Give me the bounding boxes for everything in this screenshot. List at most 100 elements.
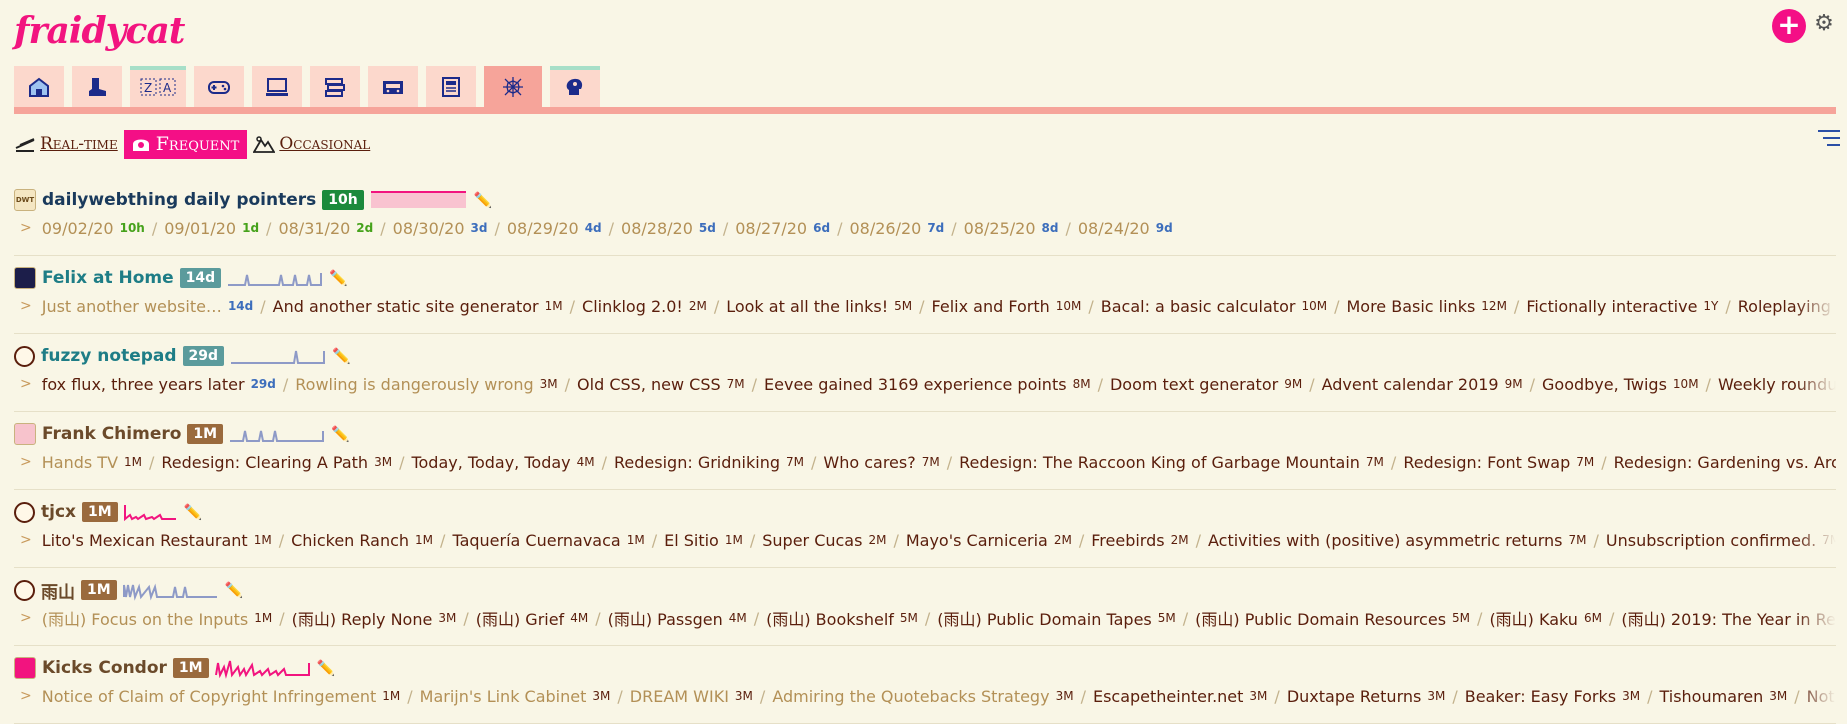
post-link[interactable]: Rowling is dangerously wrong: [295, 375, 533, 394]
post-link[interactable]: (雨山) Passgen: [608, 606, 723, 630]
post-link[interactable]: (雨山) Grief: [476, 606, 564, 630]
expand-chevron-icon[interactable]: >: [20, 610, 32, 626]
post-link[interactable]: Advent calendar 2019: [1322, 375, 1499, 394]
feed-title[interactable]: Kicks Condor: [42, 658, 167, 678]
post-link[interactable]: Notice of Claim of Copyright Infringemen…: [42, 687, 377, 706]
post-separator: /: [1452, 686, 1458, 706]
post-link[interactable]: Beaker: Easy Forks: [1465, 687, 1616, 706]
tab-house[interactable]: [14, 66, 64, 107]
post-link[interactable]: 08/30/20: [393, 219, 465, 238]
za-letters-icon: ZA: [140, 78, 176, 95]
tab-news[interactable]: [426, 66, 476, 107]
post-link[interactable]: 09/02/20: [42, 219, 114, 238]
edit-pencil-icon[interactable]: ✏️: [317, 659, 336, 677]
post-link[interactable]: Redesign: Clearing A Path: [161, 453, 368, 472]
expand-chevron-icon[interactable]: >: [20, 532, 32, 548]
post-link[interactable]: Super Cucas: [762, 531, 862, 550]
post-link[interactable]: Old CSS, new CSS: [577, 375, 721, 394]
edit-pencil-icon[interactable]: ✏️: [329, 269, 348, 287]
post-list: > fox flux, three years later 29d / Rowling …: [14, 371, 1836, 397]
post-link[interactable]: Today, Today, Today: [411, 453, 570, 472]
tab-computer[interactable]: [252, 66, 302, 107]
post-link[interactable]: Admiring the Quotebacks Strategy: [772, 687, 1049, 706]
app-logo[interactable]: fraidycat: [14, 10, 185, 52]
tab-brain[interactable]: [550, 66, 600, 107]
post-link[interactable]: 08/31/20: [278, 219, 350, 238]
post-link[interactable]: Goodbye, Twigs: [1542, 375, 1667, 394]
edit-pencil-icon[interactable]: ✏️: [331, 425, 350, 443]
post-link[interactable]: Freebirds: [1091, 531, 1164, 550]
expand-chevron-icon[interactable]: >: [20, 220, 32, 236]
post-link[interactable]: Redesign: The Raccoon King of Garbage Mo…: [959, 453, 1360, 472]
post-link[interactable]: Unsubscription confirmed.: [1606, 531, 1816, 550]
post-link[interactable]: (雨山) Reply None: [292, 606, 433, 630]
post-link[interactable]: Marijn's Link Cabinet: [420, 687, 587, 706]
expand-chevron-icon[interactable]: >: [20, 376, 32, 392]
post-link[interactable]: (雨山) Kaku: [1489, 606, 1578, 630]
post-link[interactable]: Redesign: Font Swap: [1403, 453, 1570, 472]
post-link[interactable]: Felix and Forth: [932, 297, 1050, 316]
feed-title[interactable]: 雨山: [41, 578, 75, 603]
post-link[interactable]: Escapetheinter.net: [1093, 687, 1243, 706]
post-link[interactable]: Clinklog 2.0!: [582, 297, 683, 316]
post-link[interactable]: 08/25/20: [964, 219, 1036, 238]
tab-web[interactable]: [484, 66, 542, 108]
feed-title[interactable]: Frank Chimero: [42, 424, 181, 444]
post-link[interactable]: Fictionally interactive: [1526, 297, 1697, 316]
post-link[interactable]: Eevee gained 3169 experience points: [764, 375, 1067, 394]
post-link[interactable]: And another static site generator: [273, 297, 539, 316]
post-link[interactable]: 08/29/20: [507, 219, 579, 238]
expand-chevron-icon[interactable]: >: [20, 688, 32, 704]
post-link[interactable]: Taquería Cuernavaca: [452, 531, 620, 550]
edit-pencil-icon[interactable]: ✏️: [474, 191, 493, 209]
feed-title[interactable]: fuzzy notepad: [41, 346, 177, 366]
post-link[interactable]: Who cares?: [823, 453, 915, 472]
post-link[interactable]: Bacal: a basic calculator: [1101, 297, 1296, 316]
mode-realtime[interactable]: Real-time: [14, 134, 118, 154]
post-link[interactable]: 08/28/20: [621, 219, 693, 238]
post-link[interactable]: Just another website…: [42, 297, 222, 316]
add-feed-button[interactable]: +: [1772, 9, 1806, 43]
edit-pencil-icon[interactable]: ✏️: [225, 581, 244, 599]
feed-title[interactable]: dailywebthing daily pointers: [42, 190, 316, 210]
tab-radio[interactable]: [368, 66, 418, 107]
expand-chevron-icon[interactable]: >: [20, 298, 32, 314]
post-link[interactable]: Chicken Ranch: [291, 531, 409, 550]
post-link[interactable]: 08/26/20: [849, 219, 921, 238]
feed-title[interactable]: Felix at Home: [42, 268, 174, 288]
tab-books[interactable]: [310, 66, 360, 107]
edit-pencil-icon[interactable]: ✏️: [332, 347, 351, 365]
expand-chevron-icon[interactable]: >: [20, 454, 32, 470]
edit-pencil-icon[interactable]: ✏️: [184, 503, 203, 521]
post-link[interactable]: Hands TV: [42, 453, 118, 472]
post-link[interactable]: Mayo's Carniceria: [906, 531, 1048, 550]
sort-menu-icon[interactable]: [1818, 130, 1840, 148]
tab-boot[interactable]: [72, 66, 122, 107]
post-link[interactable]: Tishoumaren: [1659, 687, 1763, 706]
post-separator: /: [601, 452, 608, 472]
post-link[interactable]: More Basic links: [1346, 297, 1475, 316]
post-link[interactable]: 09/01/20: [164, 219, 236, 238]
tab-games[interactable]: [194, 66, 244, 107]
post-link[interactable]: (雨山) Public Domain Resources: [1195, 606, 1446, 630]
post-link[interactable]: Redesign: Gardening vs. Architecture: [1614, 453, 1836, 472]
post-link[interactable]: (雨山) Focus on the Inputs: [42, 606, 248, 630]
mode-occasional[interactable]: Occasional: [253, 134, 370, 154]
post-link[interactable]: (雨山) Bookshelf: [766, 606, 894, 630]
post-link[interactable]: Activities with (positive) asymmetric re…: [1208, 531, 1563, 550]
tab-za[interactable]: ZA: [130, 66, 186, 107]
feed-title[interactable]: tjcx: [41, 502, 76, 522]
mode-frequent[interactable]: Frequent: [123, 129, 248, 159]
post-link[interactable]: Redesign: Gridniking: [614, 453, 780, 472]
post-link[interactable]: fox flux, three years later: [42, 375, 245, 394]
post-link[interactable]: Doom text generator: [1110, 375, 1278, 394]
post-link[interactable]: Duxtape Returns: [1287, 687, 1422, 706]
post-link[interactable]: 08/24/20: [1078, 219, 1150, 238]
gear-icon[interactable]: ⚙: [1812, 12, 1836, 36]
post-link[interactable]: Look at all the links!: [726, 297, 888, 316]
post-link[interactable]: El Sitio: [664, 531, 719, 550]
post-link[interactable]: (雨山) Public Domain Tapes: [937, 606, 1151, 630]
post-link[interactable]: 08/27/20: [735, 219, 807, 238]
post-link[interactable]: Lito's Mexican Restaurant: [42, 531, 248, 550]
post-link[interactable]: DREAM WIKI: [630, 687, 729, 706]
